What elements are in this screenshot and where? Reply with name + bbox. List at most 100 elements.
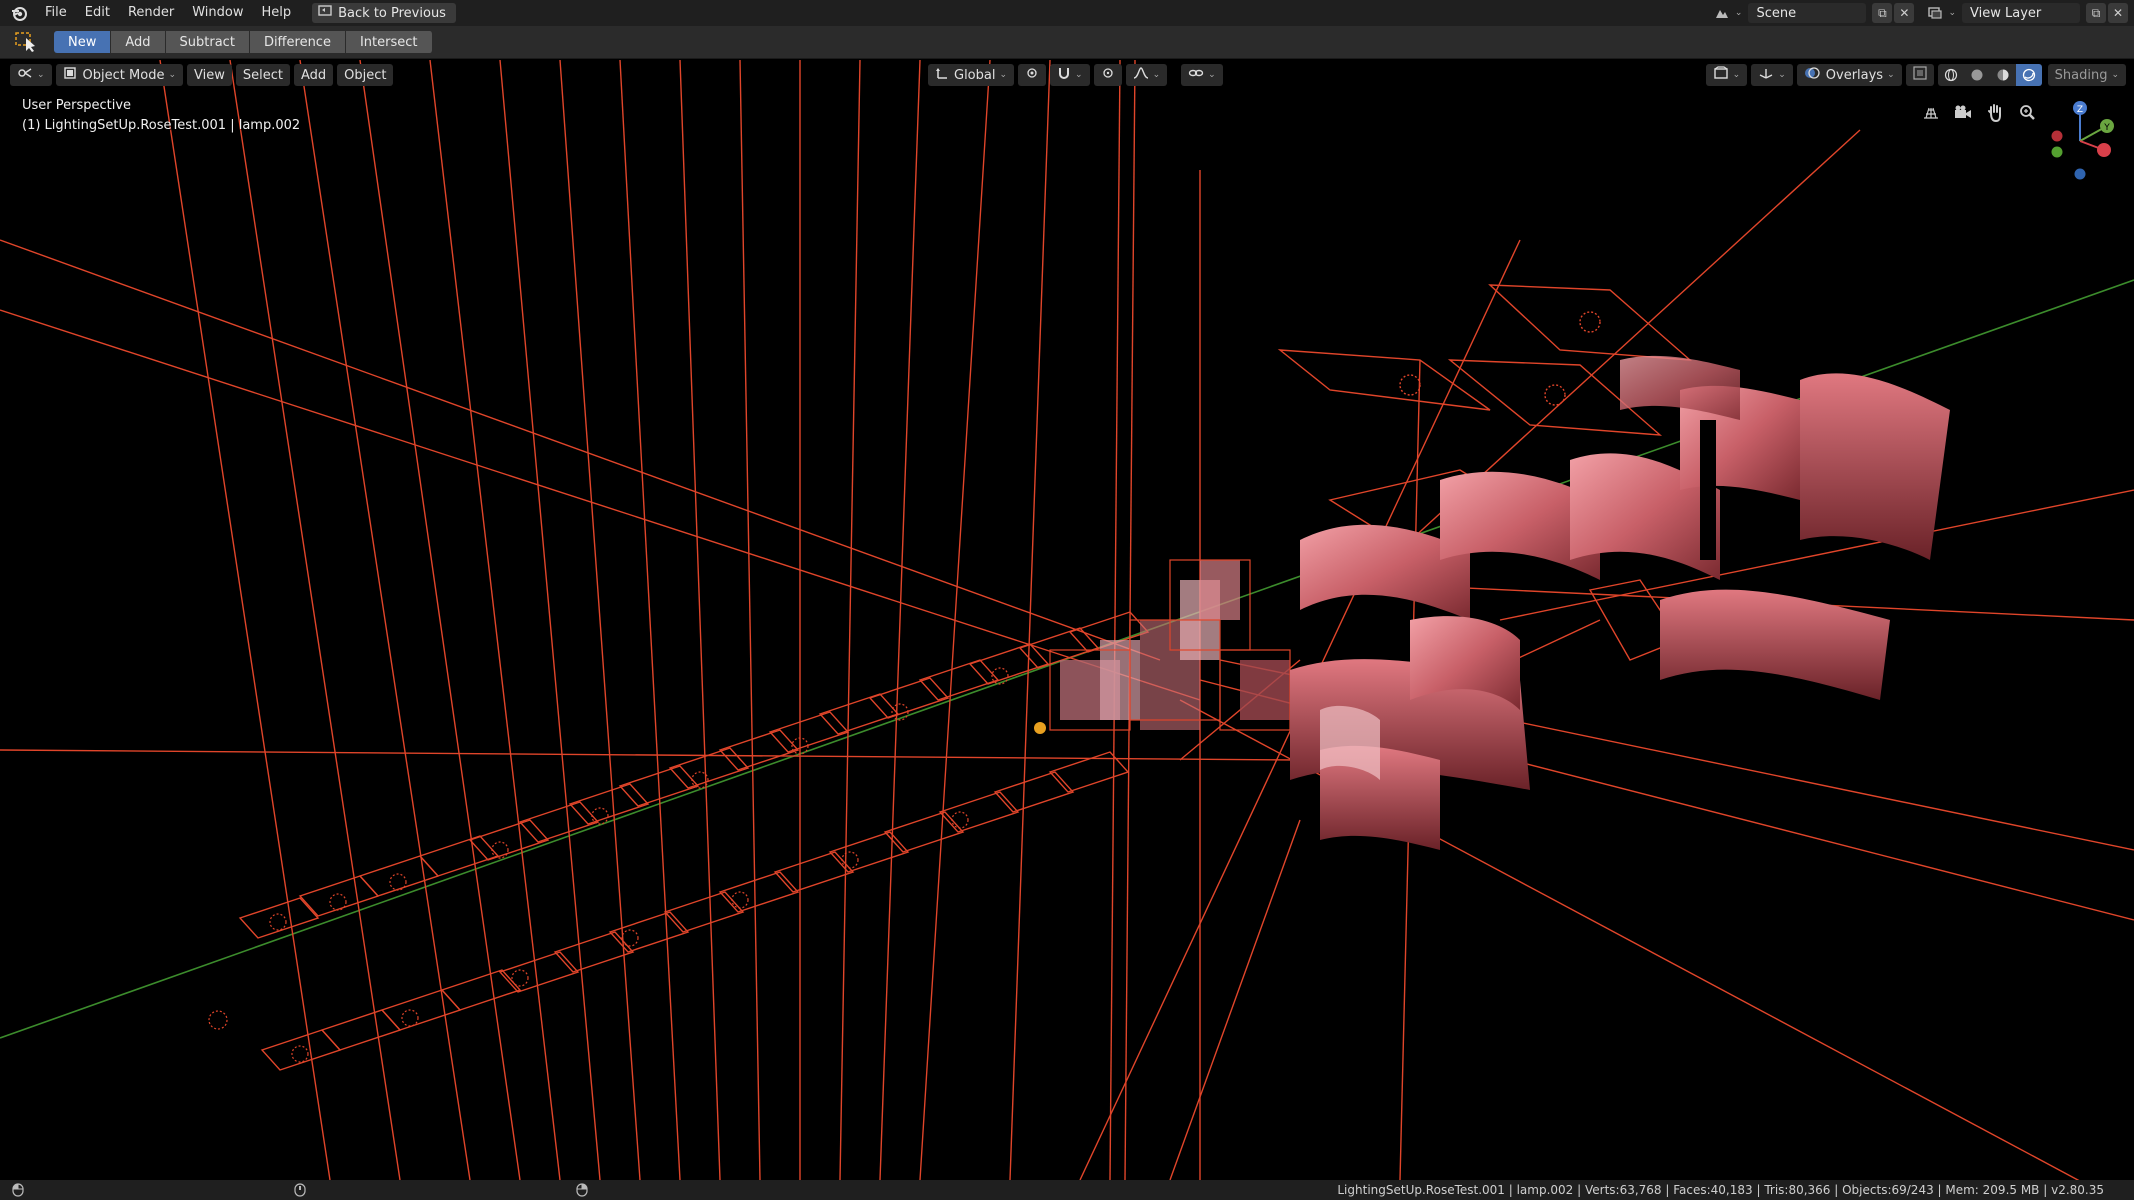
center-object-cluster <box>1034 559 1291 734</box>
viewport-scene <box>0 60 2134 1180</box>
magnet-icon <box>1057 66 1071 84</box>
back-to-previous-button[interactable]: Back to Previous <box>312 3 456 23</box>
overlays-icon <box>1804 65 1820 85</box>
chevron-down-icon: ⌄ <box>1734 8 1743 18</box>
viewport-center-tools: Global ⌄ ⌄ ⌄ ⌄ <box>928 64 1227 86</box>
object-mode-icon <box>63 66 77 84</box>
new-scene-button[interactable]: ⧉ <box>1872 3 1893 23</box>
rose-ribbon-meshes <box>1290 355 1950 850</box>
mode-add-button[interactable]: Add <box>111 31 166 53</box>
gizmo-z-label: Z <box>2077 105 2083 115</box>
link-icon <box>1188 66 1204 84</box>
view-layer-field[interactable]: View Layer <box>1962 3 2080 23</box>
mouse-right-icon <box>576 1183 588 1197</box>
status-bar: LightingSetUp.RoseTest.001 | lamp.002 | … <box>0 1180 2134 1200</box>
mode-new-button[interactable]: New <box>54 31 112 53</box>
proportional-falloff-dropdown[interactable]: ⌄ <box>1125 64 1168 86</box>
zoom-magnifier-icon[interactable] <box>2016 102 2038 124</box>
solid-shading-button[interactable] <box>1963 64 1990 86</box>
orientation-gizmo[interactable]: Z Y <box>2040 96 2120 186</box>
chevron-down-icon: ⌄ <box>37 70 45 80</box>
chevron-down-icon: ⌄ <box>168 70 176 80</box>
menu-edit[interactable]: Edit <box>76 0 119 26</box>
new-view-layer-button[interactable]: ⧉ <box>2086 3 2106 23</box>
mode-intersect-button[interactable]: Intersect <box>345 31 433 53</box>
shading-label: Shading <box>2054 67 2108 83</box>
perspective-label: User Perspective <box>22 98 132 113</box>
solid-sphere-icon <box>1971 69 1983 81</box>
menu-render[interactable]: Render <box>119 0 183 26</box>
proportional-edit-icon <box>1101 66 1115 84</box>
scene-icon[interactable] <box>1713 4 1731 22</box>
3d-viewport[interactable]: ⌄ Object Mode ⌄ View Select Add Object G… <box>0 60 2134 1180</box>
wireframe-sphere-icon <box>1944 68 1957 82</box>
lookdev-sphere-icon <box>1997 69 2009 81</box>
screen-icon <box>318 5 332 21</box>
object-menu[interactable]: Object <box>337 64 394 86</box>
shading-dropdown[interactable]: Shading ⌄ <box>2047 64 2126 86</box>
delete-scene-button[interactable]: ✕ <box>1894 3 1915 23</box>
transform-orientation-dropdown[interactable]: Global ⌄ <box>928 64 1015 86</box>
chevron-down-icon: ⌄ <box>1152 70 1161 80</box>
chevron-down-icon: ⌄ <box>1075 70 1083 80</box>
chevron-down-icon: ⌄ <box>1948 8 1956 18</box>
pivot-point-dropdown[interactable] <box>1018 64 1047 86</box>
chevron-down-icon: ⌄ <box>999 70 1008 80</box>
xray-icon <box>1913 66 1927 84</box>
add-menu[interactable]: Add <box>293 64 334 86</box>
shading-mode-group <box>1937 64 2042 86</box>
viewport-right-tools: ⌄ ⌄ Overlays ⌄ Shading ⌄ <box>1705 64 2130 86</box>
view-layer-icon[interactable] <box>1926 4 1944 22</box>
orientation-label: Global <box>954 67 996 83</box>
top-menu-bar: File Edit Render Window Help Back to Pre… <box>0 0 2134 26</box>
gizmo-dropdown[interactable]: ⌄ <box>1181 64 1223 86</box>
rendered-shading-button[interactable] <box>2015 64 2042 86</box>
lookdev-shading-button[interactable] <box>1989 64 2016 86</box>
area-lights-row-1 <box>238 611 1150 939</box>
snap-dropdown[interactable]: ⌄ <box>1050 64 1090 86</box>
3d-view-icon <box>17 66 33 84</box>
delete-view-layer-button[interactable]: ✕ <box>2108 3 2128 23</box>
chevron-down-icon: ⌄ <box>1208 70 1216 80</box>
camera-view-icon[interactable] <box>1952 102 1974 124</box>
scene-statistics: LightingSetUp.RoseTest.001 | lamp.002 | … <box>1337 1183 2104 1197</box>
chevron-down-icon: ⌄ <box>2111 70 2119 80</box>
active-object-label: (1) LightingSetUp.RoseTest.001 | lamp.00… <box>22 118 301 133</box>
chevron-down-icon: ⌄ <box>1732 70 1741 80</box>
back-to-previous-label: Back to Previous <box>338 5 446 21</box>
gizmos-dropdown[interactable]: ⌄ <box>1751 64 1793 86</box>
orientation-icon <box>935 66 949 84</box>
xray-toggle[interactable] <box>1905 64 1934 86</box>
gizmo-arrows-icon <box>1758 66 1774 84</box>
area-lights-row-2 <box>260 751 1130 1071</box>
scene-name-field[interactable]: Scene <box>1748 3 1867 23</box>
mouse-middle-icon <box>294 1183 306 1197</box>
pan-hand-icon[interactable] <box>1984 102 2006 124</box>
visibility-icon <box>1713 66 1729 84</box>
overlays-dropdown[interactable]: Overlays ⌄ <box>1796 64 1902 86</box>
mode-subtract-button[interactable]: Subtract <box>165 31 250 53</box>
proportional-editing-toggle[interactable] <box>1093 64 1122 86</box>
select-menu[interactable]: Select <box>235 64 290 86</box>
blender-logo-icon[interactable] <box>8 2 30 24</box>
wireframe-shading-button[interactable] <box>1937 64 1964 86</box>
object-mode-dropdown[interactable]: Object Mode ⌄ <box>55 64 183 86</box>
view-menu[interactable]: View <box>187 64 232 86</box>
select-box-tool-icon[interactable] <box>10 29 44 55</box>
menu-file[interactable]: File <box>36 0 76 26</box>
editor-type-button[interactable]: ⌄ <box>10 64 52 86</box>
mouse-left-icon <box>12 1183 24 1197</box>
visibility-dropdown[interactable]: ⌄ <box>1705 64 1748 86</box>
mode-difference-button[interactable]: Difference <box>249 31 346 53</box>
chevron-down-icon: ⌄ <box>1778 70 1786 80</box>
rendered-sphere-icon <box>2022 68 2035 82</box>
menu-help[interactable]: Help <box>253 0 301 26</box>
tool-settings-bar: New Add Subtract Difference Intersect <box>0 26 2134 59</box>
navigation-controls <box>1920 102 2038 124</box>
menu-window[interactable]: Window <box>183 0 252 26</box>
pivot-icon <box>1025 66 1039 84</box>
overlays-label: Overlays <box>1825 67 1884 83</box>
viewport-header: ⌄ Object Mode ⌄ View Select Add Object G… <box>0 60 2134 90</box>
object-mode-label: Object Mode <box>82 67 165 83</box>
grid-ortho-toggle-icon[interactable] <box>1920 102 1942 124</box>
